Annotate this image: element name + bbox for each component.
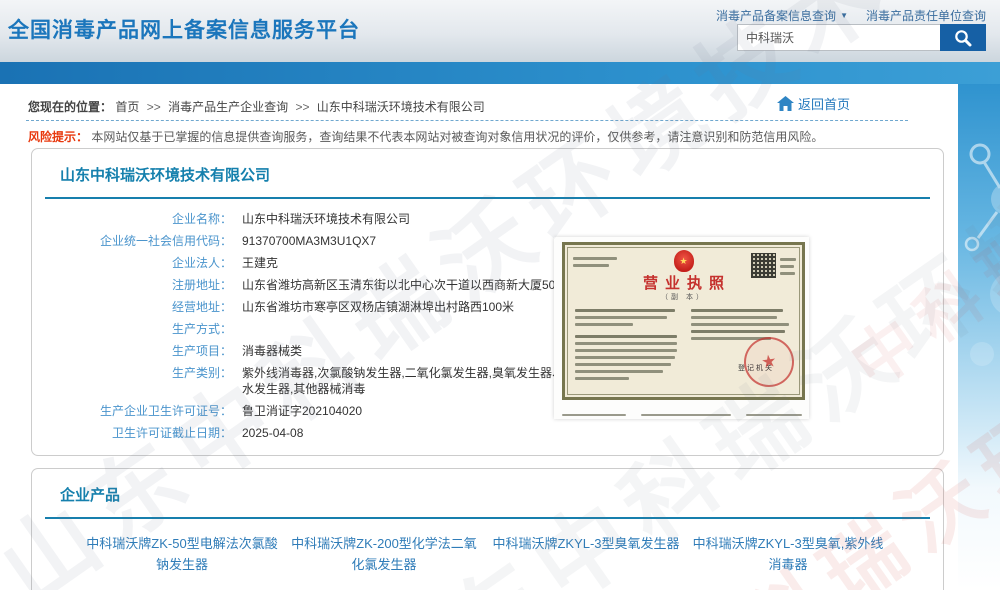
breadcrumb-label: 您现在的位置： [28,100,112,114]
page: 全国消毒产品网上备案信息服务平台 消毒产品备案信息查询 ▼ 消毒产品责任单位查询 [0,0,1000,590]
field-label: 企业统一社会信用代码： [32,233,232,249]
breadcrumb-enterprise-query[interactable]: 消毒产品生产企业查询 [168,100,288,114]
field-value: 91370700MA3M3U1QX7 [242,233,376,249]
field-label: 企业名称： [32,211,232,227]
table-row: 卫生许可证截止日期： 2025-04-08 [32,425,943,441]
license-caption-lines [554,414,809,416]
return-home-label: 返回首页 [798,94,850,113]
field-label: 生产项目： [32,343,232,359]
field-value: 消毒器械类 [242,343,302,359]
field-value: 王建克 [242,255,278,271]
table-row: 企业名称： 山东中科瑞沃环境技术有限公司 [32,211,943,227]
product-link-zkyl3-ozone[interactable]: 中科瑞沃牌ZKYL-3型臭氧发生器 [488,533,684,575]
products-title: 企业产品 [60,484,943,505]
nav-link-label: 消毒产品备案信息查询 [716,7,836,24]
field-label: 企业法人： [32,255,232,271]
decorative-right-band [958,84,1000,590]
risk-notice: 风险提示： 本网站仅基于已掌握的信息提供查询服务，查询结果不代表本网站对被查询对… [28,128,823,145]
search-bar [737,24,986,51]
field-label: 卫生许可证截止日期： [32,425,232,441]
top-nav: 消毒产品备案信息查询 ▼ 消毒产品责任单位查询 [716,7,986,24]
nav-record-info-query[interactable]: 消毒产品备案信息查询 ▼ [716,7,848,24]
product-link-zkyl3-uv[interactable]: 中科瑞沃牌ZKYL-3型臭氧,紫外线消毒器 [690,533,886,575]
company-title: 山东中科瑞沃环境技术有限公司 [60,164,943,185]
field-label: 生产企业卫生许可证号： [32,403,232,419]
chevron-down-icon: ▼ [840,11,848,20]
breadcrumb-separator: >> [147,100,161,114]
license-title: 营业执照 [565,272,802,293]
field-value: 山东省潍坊高新区玉清东街以北中心次干道以西商新大厦502房间 [242,277,586,293]
field-value: 鲁卫消证字202104020 [242,403,362,419]
home-icon [777,96,794,111]
nav-responsible-unit-query[interactable]: 消毒产品责任单位查询 [866,7,986,24]
breadcrumb-separator: >> [295,100,309,114]
business-license-image: ★ 营业执照 （副 本） [554,237,809,419]
header-divider-bar [0,62,1000,84]
national-emblem-icon: ★ [674,250,694,272]
breadcrumb-home[interactable]: 首页 [115,100,139,114]
risk-notice-label: 风险提示： [28,130,88,144]
dashed-divider [26,120,908,121]
company-detail-panel: 山东中科瑞沃环境技术有限公司 企业名称： 山东中科瑞沃环境技术有限公司 企业统一… [31,148,944,456]
site-title: 全国消毒产品网上备案信息服务平台 [8,14,360,44]
license-left-column-lines [575,305,679,384]
search-icon [953,28,973,48]
field-value: 紫外线消毒器,次氯酸钠发生器,二氧化氯发生器,臭氧发生器、臭氧水发生器,其他器械… [242,365,594,397]
molecule-decoration-icon [958,104,1000,424]
main-content: 您现在的位置： 首页 >> 消毒产品生产企业查询 >> 山东中科瑞沃环境技术有限… [0,84,958,590]
panel-title-underline [45,197,930,199]
field-label: 生产方式： [32,321,232,337]
breadcrumb-current-company: 山东中科瑞沃环境技术有限公司 [317,100,485,114]
field-label: 经营地址： [32,299,232,315]
company-products-panel: 企业产品 中科瑞沃牌ZK-50型电解法次氯酸钠发生器 中科瑞沃牌ZK-200型化… [31,468,944,590]
product-list: 中科瑞沃牌ZK-50型电解法次氯酸钠发生器 中科瑞沃牌ZK-200型化学法二氧化… [32,519,943,575]
site-header: 全国消毒产品网上备案信息服务平台 消毒产品备案信息查询 ▼ 消毒产品责任单位查询 [0,0,1000,62]
breadcrumb: 您现在的位置： 首页 >> 消毒产品生产企业查询 >> 山东中科瑞沃环境技术有限… [28,98,485,115]
product-link-zk200[interactable]: 中科瑞沃牌ZK-200型化学法二氧化氯发生器 [286,533,482,575]
risk-notice-text: 本网站仅基于已掌握的信息提供查询服务，查询结果不代表本网站对被查询对象信用状况的… [91,130,823,144]
field-value: 山东省潍坊市寒亭区双杨店镇湖淋埠出村路西100米 [242,299,514,315]
product-link-zk50[interactable]: 中科瑞沃牌ZK-50型电解法次氯酸钠发生器 [84,533,280,575]
search-button[interactable] [940,24,986,51]
return-home-button[interactable]: 返回首页 [777,94,850,113]
field-value: 山东中科瑞沃环境技术有限公司 [242,211,410,227]
license-serial-lines [573,253,619,271]
nav-link-label: 消毒产品责任单位查询 [866,7,986,24]
field-value: 2025-04-08 [242,425,303,441]
search-input[interactable] [737,24,940,51]
field-label: 注册地址： [32,277,232,293]
license-subtitle: （副 本） [565,292,802,302]
field-label: 生产类别： [32,365,232,397]
license-frame: ★ 营业执照 （副 本） [562,242,805,400]
